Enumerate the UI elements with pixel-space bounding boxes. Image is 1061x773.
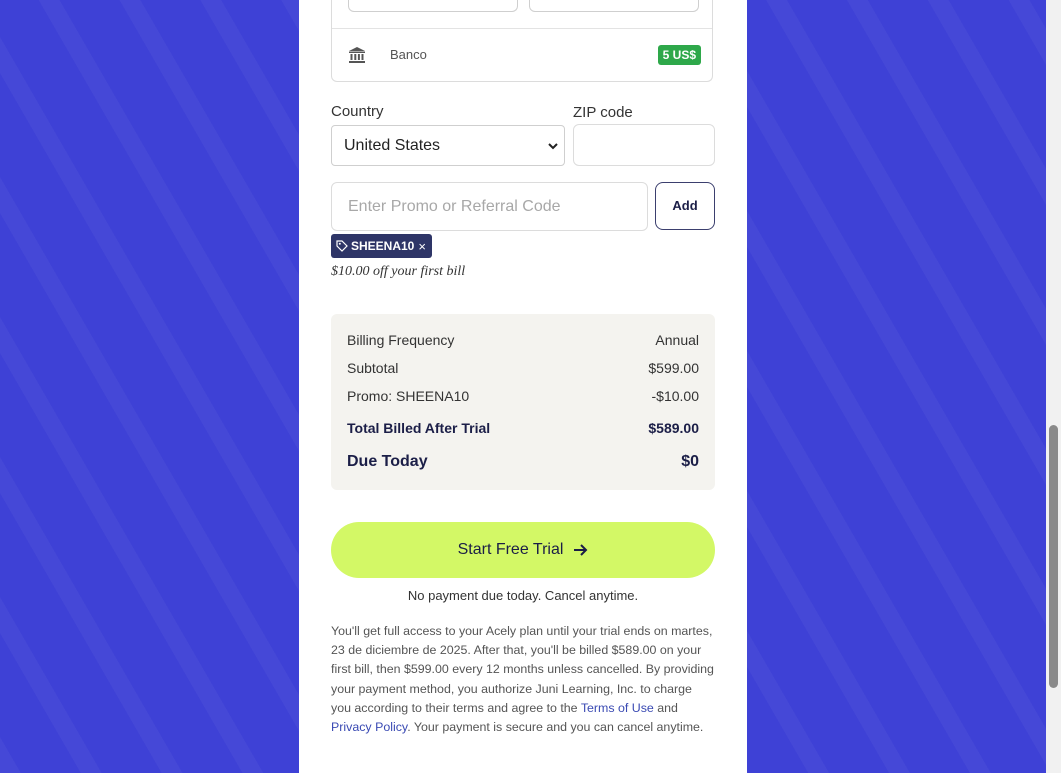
summary-label: Promo: SHEENA10	[347, 388, 470, 404]
bank-icon	[349, 47, 365, 63]
bank-option-label[interactable]: Banco	[390, 47, 427, 62]
country-select-value: United States	[344, 137, 441, 154]
summary-label: Billing Frequency	[347, 332, 455, 348]
promo-discount-note: $10.00 off your first bill	[331, 264, 466, 279]
legal-text-part: and	[653, 700, 678, 715]
start-free-trial-label: Start Free Trial	[457, 541, 564, 558]
summary-row-promo: Promo: SHEENA10 -$10.00	[347, 388, 699, 404]
no-payment-note: No payment due today. Cancel anytime.	[407, 588, 639, 603]
promo-code-input[interactable]: Enter Promo or Referral Code	[331, 182, 648, 231]
summary-row-due-today: Due Today $0	[347, 453, 699, 471]
zip-label: ZIP code	[573, 104, 633, 121]
legal-text: You'll get full access to your Acely pla…	[331, 622, 715, 737]
applied-promo-tag: SHEENA10 ×	[331, 234, 432, 258]
add-promo-button[interactable]: Add	[655, 182, 715, 230]
remove-promo-icon[interactable]: ×	[418, 240, 426, 253]
arrow-right-icon	[574, 544, 588, 556]
summary-row-subtotal: Subtotal $599.00	[347, 360, 699, 376]
summary-label: Total Billed After Trial	[347, 420, 491, 436]
order-summary: Billing Frequency Annual Subtotal $599.0…	[331, 314, 715, 490]
summary-value: $589.00	[648, 420, 699, 436]
scrollbar-thumb[interactable]	[1049, 425, 1058, 688]
summary-value: Annual	[655, 332, 699, 348]
terms-of-use-link[interactable]: Terms of Use	[581, 701, 654, 715]
bank-price-badge: 5 US$	[657, 45, 701, 65]
divider	[332, 28, 712, 29]
payment-method-box: Banco 5 US$	[331, 0, 713, 82]
privacy-policy-link[interactable]: Privacy Policy	[331, 720, 407, 734]
tag-icon	[336, 240, 348, 252]
card-expiry-field[interactable]	[348, 0, 518, 12]
summary-row-billing-frequency: Billing Frequency Annual	[347, 332, 699, 348]
summary-label: Subtotal	[347, 360, 399, 376]
legal-text-part: . Your payment is secure and you can can…	[407, 720, 704, 735]
country-select[interactable]: United States	[331, 125, 565, 166]
summary-value: $0	[681, 453, 699, 470]
chevron-down-icon	[548, 143, 558, 150]
country-label: Country	[331, 103, 384, 120]
start-free-trial-button[interactable]: Start Free Trial	[331, 522, 715, 578]
applied-promo-code: SHEENA10	[351, 239, 415, 253]
promo-code-placeholder: Enter Promo or Referral Code	[348, 198, 561, 215]
zip-input[interactable]	[573, 124, 715, 166]
summary-row-total: Total Billed After Trial $589.00	[347, 420, 699, 436]
summary-value: $599.00	[648, 360, 699, 376]
summary-label: Due Today	[347, 453, 428, 470]
summary-value: -$10.00	[651, 388, 699, 404]
card-cvc-field[interactable]	[529, 0, 699, 12]
